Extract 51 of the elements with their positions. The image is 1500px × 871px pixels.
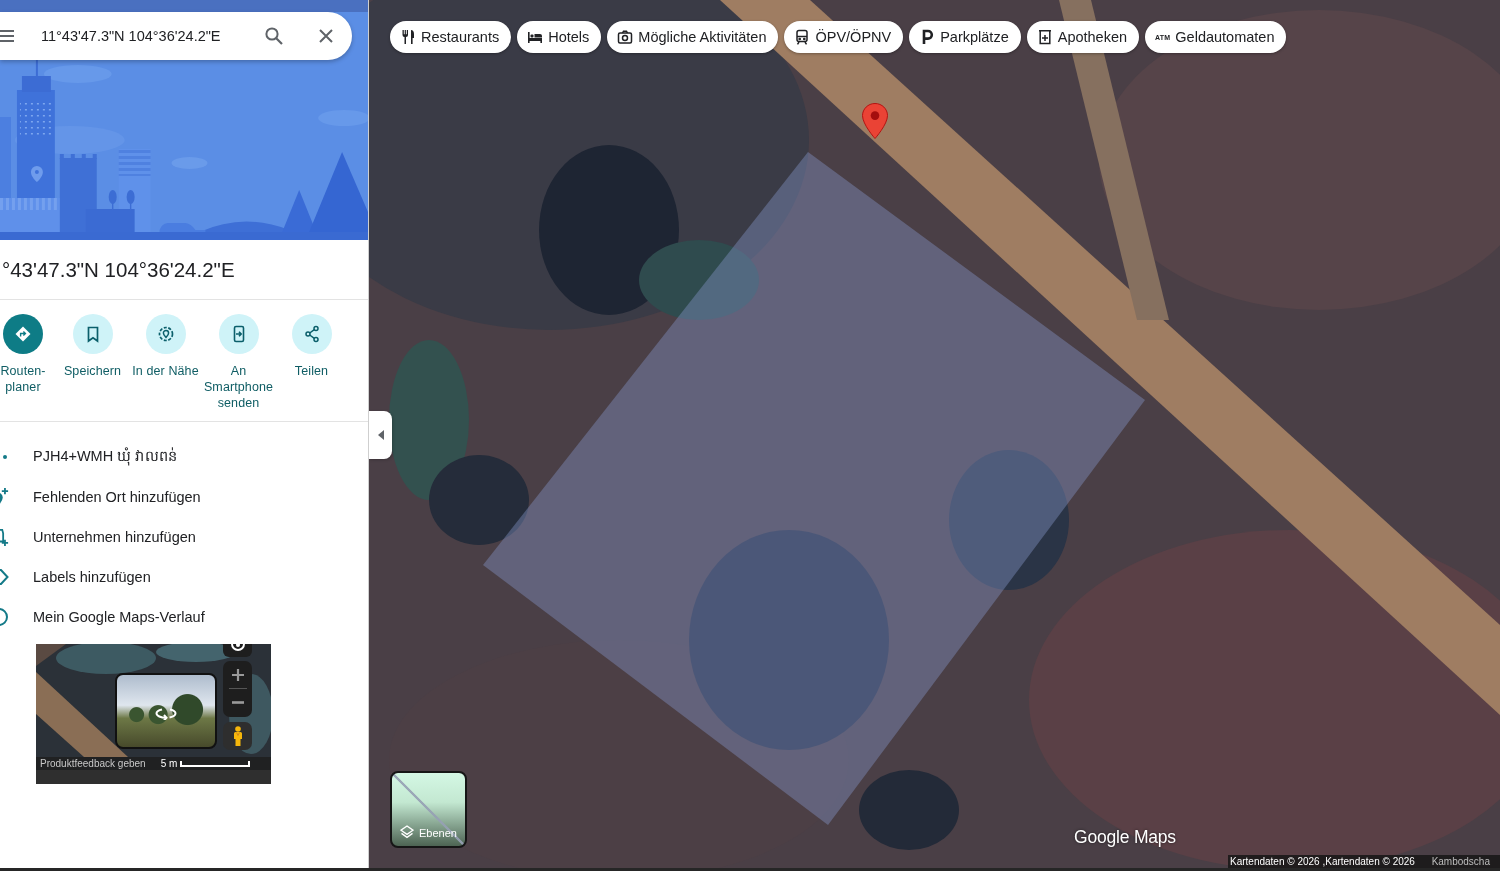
collapse-panel-button[interactable] [369, 411, 392, 459]
pharmacy-icon [1036, 29, 1053, 45]
scale-ruler-icon [180, 760, 251, 767]
category-chip[interactable]: ÖPV/ÖPNV [784, 21, 904, 53]
store-plus-icon [0, 528, 9, 546]
pegman-button[interactable] [223, 722, 252, 750]
send-to-phone-button[interactable]: An Smartphone senden [202, 314, 275, 411]
dot-icon [3, 455, 7, 459]
compass-icon [230, 644, 245, 652]
attribution-text: Kartendaten © 2026 ,Kartendaten © 2026 [1230, 856, 1415, 867]
minus-icon [231, 701, 244, 704]
tag-icon [0, 568, 9, 586]
search-field[interactable]: 11°43'47.3"N 104°36'24.2"E [41, 25, 253, 47]
plus-code-item[interactable]: PJH4+WMH ឃុំ វាលពន់ [0, 437, 368, 477]
history-item[interactable]: Mein Google Maps-Verlauf [0, 597, 368, 637]
layers-icon [400, 825, 415, 839]
category-chip[interactable]: Apotheken [1026, 21, 1140, 53]
menu-icon[interactable] [0, 30, 14, 42]
compass-button[interactable] [223, 644, 252, 657]
category-chip[interactable]: Mögliche Aktivitäten [607, 21, 779, 53]
map-pin-icon[interactable] [862, 103, 888, 139]
pin-plus-icon [0, 488, 9, 506]
logo-text: Google Maps [1074, 827, 1176, 848]
search-box[interactable]: 11°43'47.3"N 104°36'24.2"E [0, 12, 352, 60]
coordinates-title: °43'47.3"N 104°36'24.2"E [1, 257, 235, 282]
close-icon[interactable] [319, 29, 333, 43]
category-chip[interactable]: Restaurants [390, 21, 512, 53]
clock-icon [0, 608, 9, 626]
bed-icon [527, 29, 544, 45]
plus-icon [231, 668, 244, 681]
street-view-photo[interactable] [115, 673, 217, 749]
share-button[interactable]: Teilen [275, 314, 348, 379]
rotate-icon [155, 706, 177, 720]
region-link[interactable]: Kambodscha [1431, 856, 1490, 867]
category-chip[interactable]: Hotels [517, 21, 602, 53]
feedback-link[interactable]: Produktfeedback geben [40, 758, 146, 769]
nearby-button[interactable]: In der Nähe [129, 314, 202, 379]
add-business-item[interactable]: Unternehmen hinzufügen [0, 517, 368, 557]
add-label-item[interactable]: Labels hinzufügen [0, 557, 368, 597]
caret-icon [377, 430, 384, 440]
search-icon[interactable] [265, 27, 283, 45]
person-icon [232, 726, 243, 746]
category-chip[interactable]: Parkplätze [909, 21, 1021, 53]
camera-icon [617, 29, 634, 45]
train-icon [794, 29, 811, 45]
directions-button[interactable]: Routen-planer [0, 314, 46, 395]
scale-label: 5 m [160, 758, 178, 769]
fork-knife-icon [400, 29, 416, 45]
save-button[interactable]: Speichern [56, 314, 129, 379]
add-place-item[interactable]: Fehlenden Ort hinzufügen [0, 477, 368, 517]
layers-button[interactable]: Ebenen [390, 771, 467, 848]
